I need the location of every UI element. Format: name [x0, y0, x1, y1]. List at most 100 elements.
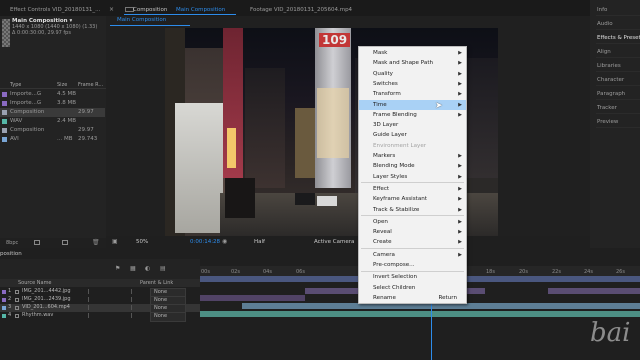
- menu-item-switches[interactable]: Switches ▶: [359, 79, 466, 89]
- effect-controls-tab[interactable]: Effect Controls VID_20180131_...: [10, 7, 100, 13]
- project-item[interactable]: Composition 29.97: [0, 126, 105, 135]
- frame-rate-column[interactable]: Frame R...: [78, 82, 103, 88]
- switches[interactable]: [88, 289, 132, 294]
- parent-link-header[interactable]: Parent & Link: [140, 280, 173, 286]
- motion-blur-icon[interactable]: ◐: [145, 265, 150, 272]
- switches[interactable]: [88, 313, 132, 318]
- project-item[interactable]: WAV 2.4 MB: [0, 117, 105, 126]
- menu-item-create[interactable]: Create ▶: [359, 237, 466, 247]
- current-time-display[interactable]: 0:00:14:28: [190, 239, 220, 245]
- menu-item-rename[interactable]: Rename Return: [359, 293, 466, 303]
- layer-row[interactable]: 4 Rhythm.wav None: [0, 312, 200, 322]
- menu-item-label: Create: [373, 239, 392, 246]
- layer-source-name[interactable]: VID_201...604.mp4: [22, 304, 82, 312]
- type-column[interactable]: Type: [10, 82, 21, 88]
- footage-tab[interactable]: Footage VID_20180131_205604.mp4: [250, 7, 352, 13]
- panel-character[interactable]: Character: [596, 74, 640, 86]
- project-item-size: 4.5 MB: [57, 91, 77, 97]
- menu-item-select-children[interactable]: Select Children: [359, 283, 466, 293]
- panel-align[interactable]: Align: [596, 46, 640, 58]
- panel-preview[interactable]: Preview: [596, 116, 640, 128]
- menu-item-transform[interactable]: Transform ▶: [359, 89, 466, 99]
- submenu-arrow-icon: ▶: [458, 185, 462, 192]
- bit-depth-button[interactable]: 8bpc: [6, 240, 18, 246]
- menu-item-layer-styles[interactable]: Layer Styles ▶: [359, 172, 466, 182]
- car-1: [295, 193, 315, 205]
- parent-dropdown[interactable]: None: [150, 312, 186, 322]
- panel-info[interactable]: Info: [596, 4, 640, 16]
- label-color-swatch[interactable]: [2, 92, 7, 97]
- source-name-header[interactable]: Source Name: [18, 280, 52, 286]
- new-folder-icon[interactable]: [34, 240, 40, 245]
- project-item[interactable]: Importe...G 4.5 MB: [0, 90, 105, 99]
- resolution-dropdown[interactable]: Half: [254, 239, 265, 245]
- active-tab-underline: [124, 14, 236, 15]
- label-color-swatch[interactable]: [2, 110, 7, 115]
- project-item[interactable]: AVI ... MB 29.743: [0, 135, 105, 144]
- panel-tracker[interactable]: Tracker: [596, 102, 640, 114]
- menu-item-pre-compose[interactable]: Pre-compose...: [359, 260, 466, 270]
- menu-item-mask-and-shape-path[interactable]: Mask and Shape Path ▶: [359, 58, 466, 68]
- viewer-breadcrumb[interactable]: Main Composition: [117, 17, 166, 23]
- menu-item-effect[interactable]: Effect ▶: [359, 184, 466, 194]
- menu-item-3d-layer[interactable]: 3D Layer: [359, 120, 466, 130]
- comp-thumbnail: [2, 19, 10, 47]
- project-item[interactable]: Importe...G 3.8 MB: [0, 99, 105, 108]
- menu-item-guide-layer[interactable]: Guide Layer: [359, 130, 466, 140]
- label-color-swatch[interactable]: [2, 101, 7, 106]
- menu-item-frame-blending[interactable]: Frame Blending ▶: [359, 110, 466, 120]
- layer-source-name[interactable]: IMG_201...4442.jpg: [22, 288, 82, 296]
- layer-row[interactable]: 2 IMG_201...2439.jpg None: [0, 296, 200, 306]
- panel-libraries[interactable]: Libraries: [596, 60, 640, 72]
- label-color-swatch[interactable]: [2, 119, 7, 124]
- camera-dropdown[interactable]: Active Camera: [314, 239, 354, 245]
- menu-item-camera[interactable]: Camera ▶: [359, 250, 466, 260]
- menu-item-label: Effect: [373, 185, 390, 192]
- composition-tab-label[interactable]: Composition: [133, 7, 167, 13]
- menu-item-label: Switches: [373, 80, 398, 87]
- timeline-tab[interactable]: position: [0, 251, 22, 257]
- magnification-icon[interactable]: ▣: [112, 238, 118, 245]
- new-comp-icon[interactable]: [62, 240, 68, 245]
- switches[interactable]: [88, 297, 132, 302]
- menu-item-label: Blending Mode: [373, 163, 415, 170]
- size-column[interactable]: Size: [57, 82, 67, 88]
- panel-effects-presets[interactable]: Effects & Presets: [596, 32, 640, 44]
- menu-item-invert-selection[interactable]: Invert Selection: [359, 272, 466, 282]
- layer-bar-1b[interactable]: [548, 288, 640, 294]
- layer-label-color[interactable]: [2, 289, 6, 294]
- menu-item-blending-mode[interactable]: Blending Mode ▶: [359, 161, 466, 171]
- menu-item-reveal[interactable]: Reveal ▶: [359, 227, 466, 237]
- shy-icon[interactable]: ⚑: [115, 265, 120, 272]
- switches[interactable]: [88, 305, 132, 310]
- close-icon[interactable]: ×: [109, 6, 114, 13]
- menu-item-keyframe-assistant[interactable]: Keyframe Assistant ▶: [359, 194, 466, 204]
- layer-source-name[interactable]: Rhythm.wav: [22, 312, 82, 320]
- menu-item-time[interactable]: Time ▶: [359, 99, 466, 110]
- menu-item-mask[interactable]: Mask ▶: [359, 48, 466, 58]
- layer-source-name[interactable]: IMG_201...2439.jpg: [22, 296, 82, 304]
- menu-item-markers[interactable]: Markers ▶: [359, 151, 466, 161]
- composition-tab-name[interactable]: Main Composition: [176, 7, 225, 13]
- frame-blending-icon[interactable]: ▦: [130, 265, 136, 272]
- layer-row[interactable]: 1 IMG_201...4442.jpg None: [0, 288, 200, 298]
- layer-label-color[interactable]: [2, 305, 6, 310]
- zoom-dropdown[interactable]: 50%: [136, 239, 148, 245]
- panel-audio[interactable]: Audio: [596, 18, 640, 30]
- ruler-tick-label: 18s: [486, 269, 495, 275]
- layer-row[interactable]: 3 VID_201...604.mp4 None: [0, 304, 200, 314]
- menu-item-quality[interactable]: Quality ▶: [359, 69, 466, 79]
- label-color-swatch[interactable]: [2, 137, 7, 142]
- snapshot-icon[interactable]: ◉: [222, 238, 227, 245]
- layer-bar-4[interactable]: [200, 311, 640, 317]
- menu-item-open[interactable]: Open ▶: [359, 217, 466, 227]
- panel-paragraph[interactable]: Paragraph: [596, 88, 640, 100]
- layer-label-color[interactable]: [2, 297, 6, 302]
- menu-item-track-stabilize[interactable]: Track & Stabilize ▶: [359, 205, 466, 215]
- graph-editor-icon[interactable]: ▤: [160, 265, 166, 272]
- label-color-swatch[interactable]: [2, 128, 7, 133]
- layer-label-color[interactable]: [2, 313, 6, 318]
- project-item[interactable]: Composition 29.97: [0, 108, 105, 117]
- trash-icon[interactable]: 🗑: [92, 239, 100, 246]
- layer-bar-2[interactable]: [200, 295, 305, 301]
